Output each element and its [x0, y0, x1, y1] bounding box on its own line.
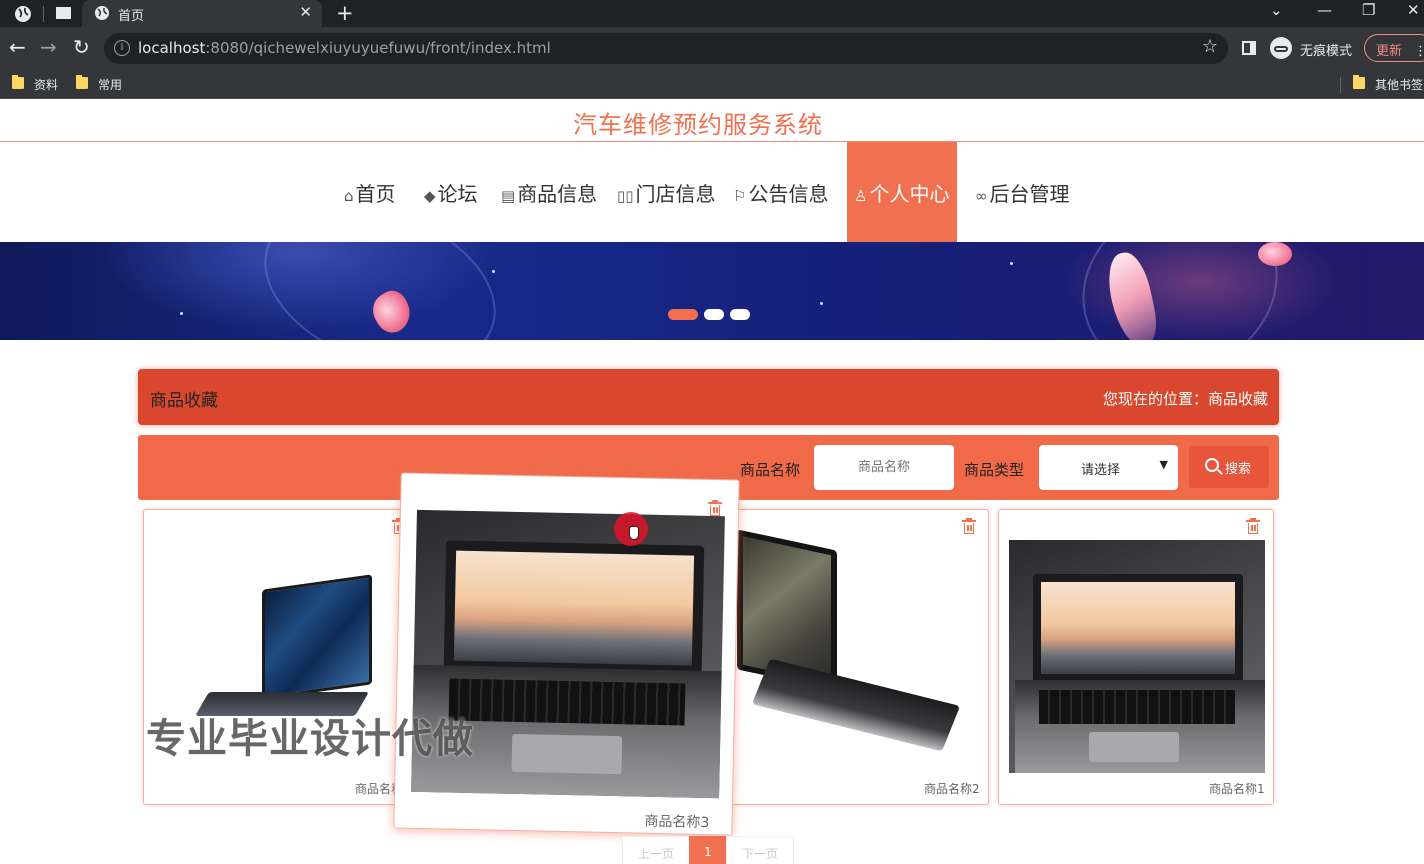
trash-icon[interactable]: [708, 500, 723, 517]
chevron-down-icon[interactable]: ⌄: [1270, 1, 1283, 19]
carousel-dot-1[interactable]: [668, 309, 698, 320]
site-header: 汽车维修预约服务系统: [0, 100, 1424, 142]
browser-toolbar: ← → ↻ i localhost:8080/qichewelxiuyuyuef…: [0, 27, 1424, 70]
back-icon[interactable]: ←: [9, 36, 26, 58]
document-icon: ▤: [501, 187, 516, 205]
folder-icon: [76, 75, 88, 89]
minimize-icon[interactable]: —: [1317, 1, 1332, 19]
folder-icon: [12, 75, 24, 89]
product-name-label: 商品名称: [740, 461, 801, 479]
product-card[interactable]: 商品名称2: [722, 509, 989, 805]
link-icon: ∞: [975, 187, 988, 205]
breadcrumb: 您现在的位置：商品收藏: [1102, 390, 1268, 408]
product-type-select[interactable]: 请选择 ▼: [1039, 445, 1178, 490]
incognito-label: 无痕模式: [1300, 44, 1353, 59]
folder-icon: [1353, 75, 1365, 89]
bookmarks-bar: 资料 常用 其他书签: [0, 70, 1424, 99]
product-type-label: 商品类型: [964, 461, 1025, 479]
globe-icon: [95, 6, 109, 20]
nav-item-forum[interactable]: ◆ 论坛: [424, 142, 478, 242]
book-icon: ◆: [424, 187, 436, 205]
page-1-button[interactable]: 1: [689, 836, 727, 864]
user-icon: ♙: [854, 187, 868, 205]
restore-icon[interactable]: ❐: [1362, 1, 1375, 19]
tab-separator: [43, 6, 44, 22]
tab-title: 首页: [118, 9, 145, 24]
nav-item-admin[interactable]: ∞ 后台管理: [975, 142, 1070, 242]
info-icon[interactable]: i: [114, 40, 130, 56]
carousel-dot-3[interactable]: [730, 309, 750, 320]
banner-carousel[interactable]: [0, 242, 1424, 340]
product-name-input[interactable]: [814, 445, 954, 490]
forward-icon[interactable]: →: [40, 36, 57, 58]
next-page-button[interactable]: 下一页: [726, 836, 794, 864]
product-card[interactable]: 商品名称1: [998, 509, 1274, 805]
reload-icon[interactable]: ↻: [73, 36, 90, 58]
search-icon: [1205, 458, 1219, 472]
address-bar[interactable]: i localhost:8080/qichewelxiuyuyuefuwu/fr…: [104, 33, 1228, 64]
section-title: 商品收藏: [150, 391, 218, 411]
carousel-dot-2[interactable]: [704, 309, 724, 320]
browser-tab-bar: 首页 ✕ + ⌄ — ❐ ✕: [0, 0, 1424, 27]
new-tab-icon[interactable]: +: [336, 1, 354, 25]
chevron-down-icon: ▼: [1159, 458, 1168, 471]
url-text[interactable]: localhost:8080/qichewelxiuyuyuefuwu/fron…: [138, 39, 551, 57]
section-header: 商品收藏 您现在的位置：商品收藏: [138, 369, 1279, 425]
nav-item-profile[interactable]: ♙ 个人中心: [847, 142, 957, 242]
product-name: 商品名称2: [924, 782, 980, 796]
prev-page-button[interactable]: 上一页: [622, 836, 690, 864]
globe-icon[interactable]: [14, 5, 32, 23]
search-button[interactable]: 搜索: [1189, 446, 1269, 488]
hand-pointer-icon: [629, 526, 639, 540]
nav-item-home[interactable]: ⌂ 首页: [344, 142, 396, 242]
home-icon: ⌂: [344, 187, 354, 205]
site-title: 汽车维修预约服务系统: [573, 111, 823, 139]
product-card-hovered[interactable]: 商品名称3: [393, 472, 740, 836]
store-icon: ▯▯: [617, 187, 634, 205]
page: 汽车维修预约服务系统 ⌂ 首页 ◆ 论坛 ▤ 商品信息 ▯▯ 门店信息 ⚐ 公告信息 ♙ 个…: [0, 100, 1424, 864]
window-icon[interactable]: [56, 7, 71, 19]
banner-petal: [1258, 242, 1292, 266]
browser-tab-active[interactable]: 首页 ✕: [82, 0, 322, 27]
trash-icon[interactable]: [1246, 518, 1260, 534]
product-image[interactable]: [1009, 540, 1265, 773]
close-window-icon[interactable]: ✕: [1407, 1, 1420, 19]
incognito-icon: [1270, 37, 1292, 59]
close-icon[interactable]: ✕: [299, 3, 312, 21]
update-button[interactable]: 更新 ⋮: [1364, 34, 1424, 62]
mouse-cursor: [614, 512, 648, 546]
main-nav: ⌂ 首页 ◆ 论坛 ▤ 商品信息 ▯▯ 门店信息 ⚐ 公告信息 ♙ 个人中心 ∞ 后台管理: [0, 142, 1424, 242]
watermark-text: 专业毕业设计代做: [146, 716, 474, 762]
side-panel-icon[interactable]: [1242, 41, 1256, 55]
nav-item-products[interactable]: ▤ 商品信息: [501, 142, 597, 242]
product-name: 商品名称1: [1209, 782, 1265, 796]
bookmark-separator: [1340, 77, 1341, 93]
product-name: 商品名称3: [644, 813, 710, 832]
nav-item-stores[interactable]: ▯▯ 门店信息: [617, 142, 716, 242]
flag-icon: ⚐: [733, 187, 747, 205]
trash-icon[interactable]: [962, 518, 976, 534]
product-image[interactable]: [731, 530, 981, 770]
bookmark-star-icon[interactable]: ☆: [1202, 36, 1218, 57]
nav-item-notices[interactable]: ⚐ 公告信息: [733, 142, 828, 242]
